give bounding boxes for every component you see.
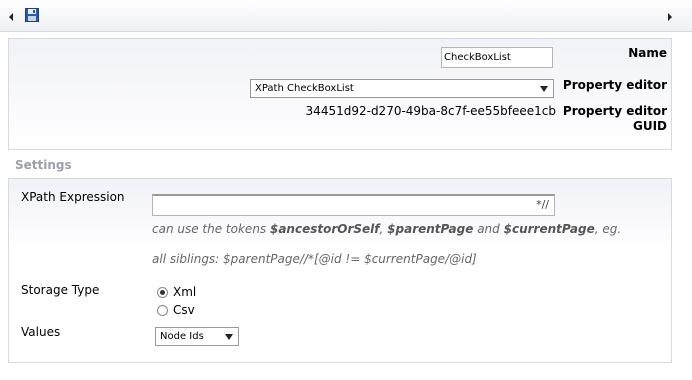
property-editor-guid-label: Property editor GUID bbox=[562, 104, 667, 133]
dropdown-arrow-icon bbox=[540, 86, 548, 92]
save-icon[interactable] bbox=[25, 8, 39, 22]
token-parent-page: $parentPage bbox=[387, 222, 474, 236]
scroll-right-arrow-icon[interactable] bbox=[668, 13, 672, 21]
property-editor-select-value: XPath CheckBoxList bbox=[255, 83, 354, 94]
token-current-page: $currentPage bbox=[503, 222, 595, 236]
values-label: Values bbox=[21, 325, 61, 339]
property-editor-label: Property editor bbox=[562, 78, 667, 92]
dropdown-arrow-icon bbox=[225, 334, 233, 340]
values-select-value: Node Ids bbox=[160, 331, 204, 342]
values-select[interactable]: Node Ids bbox=[155, 327, 239, 346]
name-input[interactable]: CheckBoxList bbox=[441, 47, 553, 68]
storage-csv-radio[interactable] bbox=[157, 305, 168, 316]
xpath-help-text: can use the tokens $ancestorOrSelf, $par… bbox=[152, 222, 622, 236]
scroll-left-arrow-icon[interactable] bbox=[9, 13, 13, 21]
token-ancestor-or-self: $ancestorOrSelf bbox=[269, 222, 380, 236]
xpath-example-text: all siblings: $parentPage//*[@id != $cur… bbox=[152, 252, 477, 266]
storage-xml-label: Xml bbox=[173, 285, 197, 299]
storage-csv-label: Csv bbox=[173, 303, 195, 317]
xpath-expression-label: XPath Expression bbox=[21, 190, 125, 204]
name-label: Name bbox=[628, 46, 667, 60]
xpath-expression-value: *// bbox=[536, 198, 549, 211]
xpath-expression-input[interactable]: *// bbox=[152, 194, 555, 216]
storage-type-label: Storage Type bbox=[21, 283, 100, 297]
storage-xml-radio[interactable] bbox=[157, 287, 168, 298]
guid-value: 34451d92-d270-49ba-8c7f-ee55bfeee1cb bbox=[305, 104, 556, 118]
property-editor-select[interactable]: XPath CheckBoxList bbox=[250, 79, 554, 98]
settings-heading: Settings bbox=[15, 158, 72, 172]
toolbar bbox=[0, 0, 692, 32]
